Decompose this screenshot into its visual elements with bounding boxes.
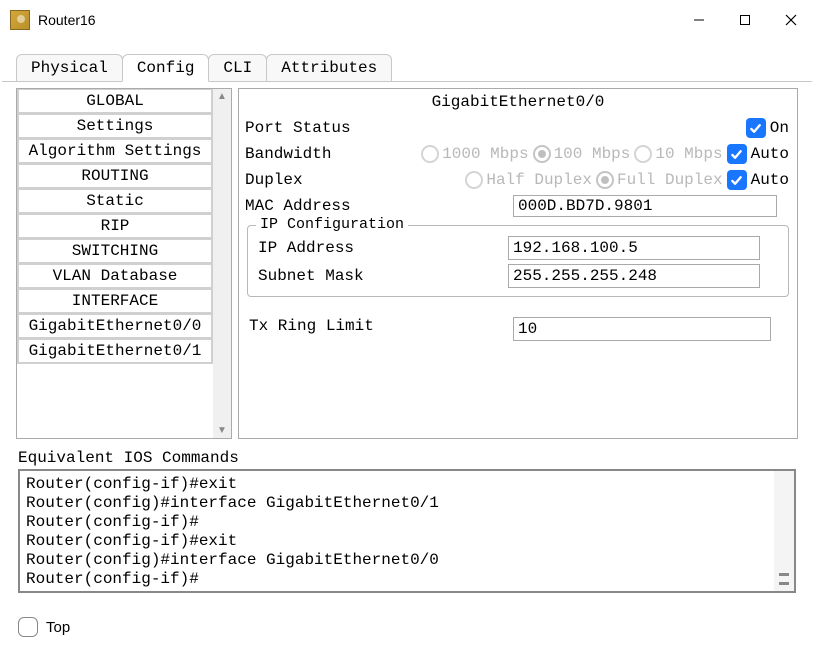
bandwidth-auto-checkbox[interactable] [727,144,747,164]
interface-title: GigabitEthernet0/0 [239,89,797,115]
port-status-on-label: On [770,119,789,137]
radio-icon [533,145,551,163]
sidebar-item: ROUTING [17,164,213,189]
radio-icon [421,145,439,163]
tab-physical[interactable]: Physical [16,54,123,81]
mac-label: MAC Address [245,197,513,215]
sidebar-item[interactable]: Static [17,189,213,214]
sidebar: GLOBALSettingsAlgorithm SettingsROUTINGS… [16,88,232,439]
sidebar-item[interactable]: Algorithm Settings [17,139,213,164]
maximize-button[interactable] [722,0,768,40]
duplex-radio[interactable]: Full Duplex [596,171,723,189]
sidebar-item[interactable]: GigabitEthernet0/0 [17,314,213,339]
bandwidth-radio[interactable]: 100 Mbps [533,145,631,163]
ios-commands-box: Router(config-if)#exit Router(config)#in… [18,469,796,593]
sidebar-scrollbar[interactable]: ▲ ▼ [213,89,231,438]
bandwidth-radio[interactable]: 1000 Mbps [421,145,528,163]
scroll-handle-icon [779,573,789,576]
radio-icon [596,171,614,189]
sidebar-item[interactable]: VLAN Database [17,264,213,289]
ip-configuration-title: IP Configuration [256,216,408,233]
duplex-row: Duplex Half DuplexFull Duplex Auto [239,167,797,193]
top-checkbox[interactable] [18,617,38,637]
scroll-up-icon[interactable]: ▲ [217,91,227,102]
subnet-mask-label: Subnet Mask [258,267,508,285]
mac-address-input[interactable] [513,195,777,217]
ip-configuration-group: IP Configuration IP Address Subnet Mask [247,225,789,297]
sidebar-item[interactable]: GigabitEthernet0/1 [17,339,213,364]
tab-attributes[interactable]: Attributes [266,54,392,81]
ios-commands-label: Equivalent IOS Commands [18,449,796,467]
window-title: Router16 [38,12,676,28]
close-button[interactable] [768,0,814,40]
scroll-handle-icon [779,582,789,585]
sidebar-item: GLOBAL [17,89,213,114]
tab-bar: PhysicalConfigCLIAttributes [0,40,814,81]
tab-cli[interactable]: CLI [208,54,267,81]
port-status-checkbox[interactable] [746,118,766,138]
bandwidth-row: Bandwidth 1000 Mbps 100 Mbps10 Mbps Auto [239,141,797,167]
ios-commands-text[interactable]: Router(config-if)#exit Router(config)#in… [20,471,774,591]
port-status-row: Port Status On [239,115,797,141]
port-status-label: Port Status [245,119,395,137]
tx-ring-label: Tx Ring Limit [249,317,513,341]
sidebar-item[interactable]: Settings [17,114,213,139]
ip-address-label: IP Address [258,239,508,257]
titlebar: Router16 [0,0,814,40]
bandwidth-radio[interactable]: 10 Mbps [634,145,722,163]
duplex-auto-checkbox[interactable] [727,170,747,190]
router-icon [10,10,30,30]
duplex-radio[interactable]: Half Duplex [465,171,592,189]
interface-config-panel: GigabitEthernet0/0 Port Status On Bandwi… [238,88,798,439]
top-label: Top [46,619,70,636]
sidebar-item: INTERFACE [17,289,213,314]
tab-config[interactable]: Config [122,54,210,82]
bandwidth-auto-label: Auto [751,145,789,163]
duplex-auto-label: Auto [751,171,789,189]
radio-icon [465,171,483,189]
radio-icon [634,145,652,163]
bandwidth-label: Bandwidth [245,145,395,163]
scroll-down-icon[interactable]: ▼ [217,425,227,436]
ios-scrollbar[interactable] [774,471,794,591]
duplex-label: Duplex [245,171,395,189]
sidebar-item[interactable]: RIP [17,214,213,239]
sidebar-item: SWITCHING [17,239,213,264]
subnet-mask-input[interactable] [508,264,760,288]
minimize-button[interactable] [676,0,722,40]
ip-address-input[interactable] [508,236,760,260]
tx-ring-input[interactable] [513,317,771,341]
